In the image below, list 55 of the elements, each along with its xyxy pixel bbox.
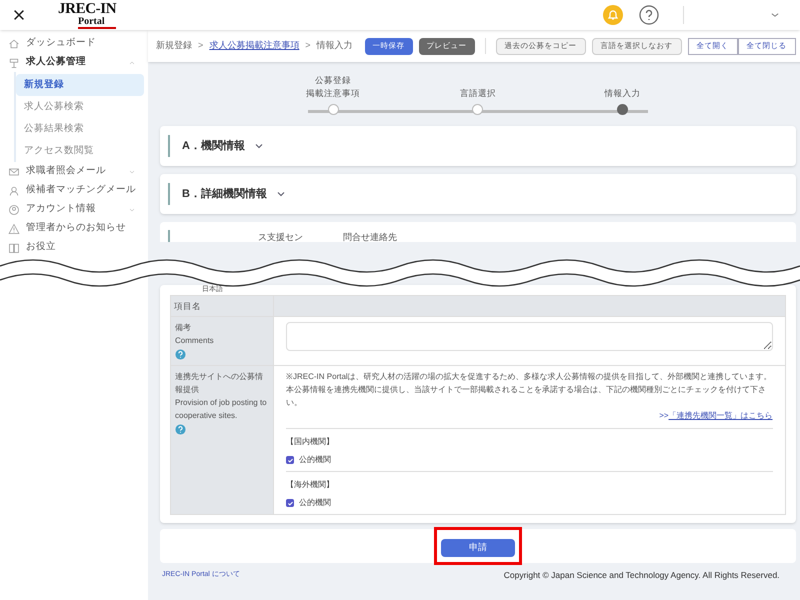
- close-icon: [12, 8, 26, 22]
- checkbox-label: 公的機関: [299, 454, 331, 466]
- sidebar-item[interactable]: お役立: [0, 238, 64, 257]
- book-icon: [8, 242, 20, 254]
- section-title-fragment: ス支援セン: [258, 233, 303, 242]
- submit-button[interactable]: 申請: [440, 538, 515, 557]
- breadcrumb-separator: >: [198, 39, 204, 52]
- section-title[interactable]: A．機関情報: [182, 138, 245, 154]
- help-icon: [639, 5, 659, 25]
- help-icon: [175, 424, 186, 435]
- check-icon: [286, 500, 294, 506]
- sidebar-subitem[interactable]: 公募結果検索: [16, 118, 144, 140]
- copyright-text: Copyright © Japan Science and Technology Agency. All Rights Reserved.: [504, 569, 780, 582]
- field-label-english: Provision of job posting to cooperative sites.: [175, 397, 268, 422]
- step-label: 掲載注意事項: [306, 87, 360, 100]
- warning-icon: [8, 222, 20, 234]
- field-label-english: Comments: [175, 335, 215, 347]
- help-icon: [175, 349, 186, 360]
- sidebar-subitem[interactable]: 求人公募検索: [16, 96, 144, 118]
- step-label: 公募登録: [315, 74, 351, 87]
- notice-text: ※JREC-IN Portalは、研究人材の活躍の場の拡大を促進するため、多様な求人公募情報の提供を目指して、外部機関と連携しています。本公募情報を連携先機関に提供し、当該サイトで一部掲載されることを承諾する場合は、下記の機関種別ごとにチェックを付けて下さい。: [286, 371, 773, 409]
- mail-icon: [8, 166, 20, 178]
- sidebar-item[interactable]: 候補者マッチングメール: [0, 181, 144, 200]
- checkbox[interactable]: [286, 456, 294, 464]
- sidebar-item[interactable]: ダッシュボード: [0, 34, 144, 53]
- sign-icon: [8, 56, 20, 68]
- sidebar-item[interactable]: 管理者からのお知らせ: [0, 219, 144, 238]
- sidebar-item[interactable]: アカウント情報: [0, 200, 144, 219]
- sidebar-item[interactable]: 求人公募管理: [0, 53, 144, 72]
- breadcrumb-item: 新規登録: [156, 39, 192, 52]
- group-title: 【海外機関】: [286, 479, 335, 491]
- person-icon: [8, 204, 20, 216]
- step-label: 情報入力: [604, 87, 641, 100]
- field-label: 備考: [175, 322, 192, 334]
- home-icon: [8, 38, 20, 50]
- breadcrumb-link[interactable]: 求人公募掲載注意事項: [209, 39, 300, 53]
- table-header-cell: 項目名: [171, 296, 274, 316]
- sidebar-subitem[interactable]: アクセス数閲覧: [16, 140, 144, 162]
- people-icon: [8, 184, 20, 196]
- breadcrumb-item: 情報入力: [316, 39, 353, 52]
- link-prefix: >>: [659, 410, 669, 422]
- group-title: 【国内機関】: [286, 436, 335, 448]
- check-icon: [286, 456, 294, 464]
- sidebar-subitem[interactable]: 新規登録: [16, 74, 144, 96]
- section-title[interactable]: B．詳細機関情報: [182, 186, 267, 202]
- breadcrumb-separator: >: [305, 39, 311, 52]
- sidebar-item[interactable]: 求職者照会メール: [0, 162, 144, 181]
- comments-field[interactable]: [286, 322, 773, 351]
- partner-list-link[interactable]: 「連携先機関一覧」はこちら: [668, 410, 773, 422]
- step-label: 言語選択: [460, 87, 496, 100]
- checkbox-label: 公的機関: [299, 497, 331, 509]
- field-label: 連携先サイトへの公募情報提供: [175, 371, 264, 396]
- section-title-fragment: 問合せ連絡先: [343, 233, 397, 242]
- bell-icon: [603, 5, 623, 25]
- checkbox[interactable]: [286, 499, 294, 507]
